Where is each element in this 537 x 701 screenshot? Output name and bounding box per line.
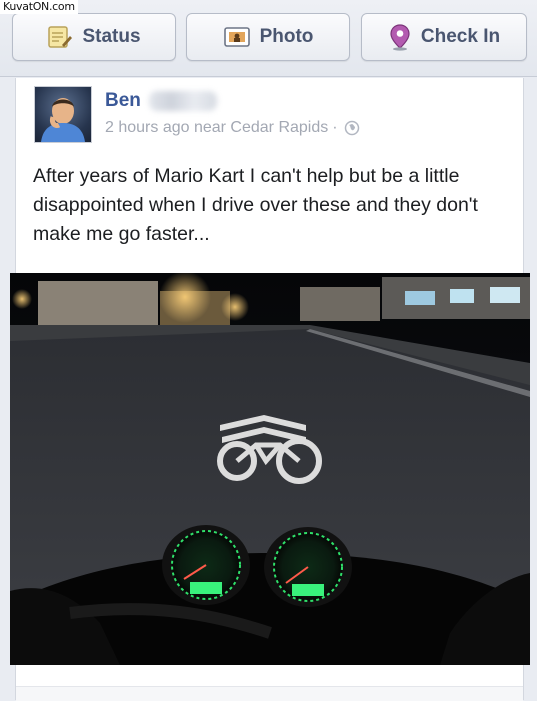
status-button[interactable]: Status [12, 13, 176, 61]
composer-action-bar: Status Photo Check In [0, 0, 537, 77]
avatar[interactable] [34, 86, 92, 143]
watermark: KuvatON.com [0, 0, 78, 14]
post-text: After years of Mario Kart I can't help b… [33, 165, 478, 245]
check-in-label: Check In [420, 26, 501, 47]
photo-button[interactable]: Photo [186, 13, 350, 61]
photo-icon [223, 27, 250, 47]
post-photo[interactable] [10, 273, 530, 665]
globe-icon [344, 120, 359, 136]
check-in-button[interactable]: Check In [361, 13, 527, 61]
meta-separator: · [332, 119, 338, 136]
note-pencil-icon [48, 26, 73, 48]
news-feed-post: Ben 2 hours ago near Cedar Rapids · Afte… [10, 78, 530, 701]
author-name[interactable]: Ben [105, 90, 141, 112]
redacted-surname [149, 91, 217, 111]
post-meta: 2 hours ago near Cedar Rapids · [105, 119, 360, 137]
post-time-location[interactable]: 2 hours ago near Cedar Rapids [105, 119, 328, 137]
post-footer [16, 686, 523, 701]
location-pin-icon [390, 24, 410, 51]
photo-label: Photo [259, 26, 314, 47]
status-label: Status [82, 26, 141, 47]
